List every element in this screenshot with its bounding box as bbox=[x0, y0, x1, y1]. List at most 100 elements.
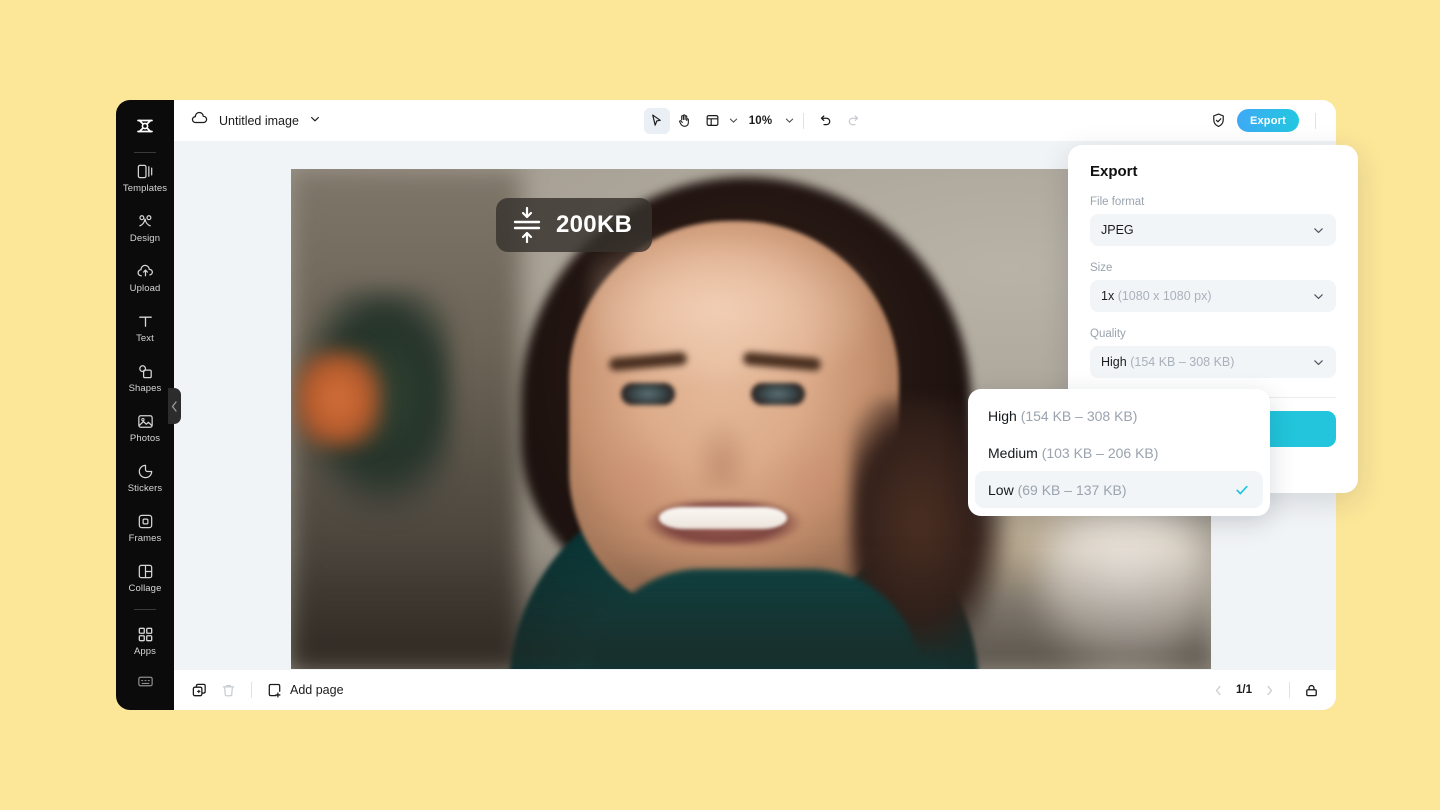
frames-icon bbox=[136, 512, 155, 531]
sidebar-item-label: Collage bbox=[128, 583, 162, 595]
quality-value-detail: (154 KB – 308 KB) bbox=[1130, 355, 1235, 369]
chevron-right-icon[interactable] bbox=[1263, 684, 1276, 697]
size-select[interactable]: 1x (1080 x 1080 px) bbox=[1090, 280, 1336, 312]
document-title[interactable]: Untitled image bbox=[219, 114, 299, 128]
sidebar-item-stickers[interactable]: Stickers bbox=[116, 453, 174, 503]
zoom-level-value[interactable]: 10% bbox=[749, 115, 773, 127]
apps-grid-icon bbox=[136, 625, 155, 644]
templates-icon bbox=[136, 162, 155, 181]
sidebar-item-label: Text bbox=[136, 333, 154, 345]
bottom-left-group: Add page bbox=[174, 682, 344, 699]
shield-check-icon[interactable] bbox=[1210, 112, 1227, 129]
chevron-left-icon[interactable] bbox=[1212, 684, 1225, 697]
duplicate-page-icon[interactable] bbox=[191, 682, 208, 699]
quality-option-name: Medium bbox=[988, 444, 1038, 461]
chevron-down-icon bbox=[1312, 356, 1325, 369]
design-icon bbox=[136, 212, 155, 231]
size-value-main: 1x bbox=[1101, 289, 1115, 303]
bottom-toolbar: Add page 1/1 bbox=[174, 670, 1336, 710]
cloud-save-icon[interactable] bbox=[190, 109, 209, 133]
layout-chevron-down-icon[interactable] bbox=[728, 115, 739, 126]
quality-option-medium[interactable]: Medium (103 KB – 206 KB) bbox=[975, 434, 1263, 471]
layout-tool-button[interactable] bbox=[700, 108, 726, 134]
quality-option-range: (103 KB – 206 KB) bbox=[1041, 444, 1159, 461]
quality-option-high[interactable]: High (154 KB – 308 KB) bbox=[975, 397, 1263, 434]
stickers-icon bbox=[136, 462, 155, 481]
photo-pot bbox=[293, 349, 383, 449]
sidebar-item-apps[interactable]: Apps bbox=[116, 616, 174, 666]
sidebar-collapse-handle[interactable] bbox=[168, 388, 181, 424]
file-format-label: File format bbox=[1090, 196, 1145, 208]
cursor-arrow-icon bbox=[652, 114, 662, 126]
bottom-divider bbox=[251, 682, 252, 698]
photo-bottom-shadow bbox=[291, 549, 1211, 669]
quality-value: High (154 KB – 308 KB) bbox=[1101, 355, 1234, 369]
sidebar-item-photos[interactable]: Photos bbox=[116, 403, 174, 453]
chevron-down-icon bbox=[1312, 224, 1325, 237]
app-logo[interactable] bbox=[116, 106, 174, 146]
add-page-label: Add page bbox=[290, 683, 344, 697]
quality-dropdown-menu: High (154 KB – 308 KB) Medium (103 KB – … bbox=[968, 389, 1270, 516]
sidebar-bottom-actions bbox=[116, 672, 174, 696]
sidebar-item-label: Photos bbox=[129, 433, 161, 445]
top-toolbar: Untitled image 10% Export bbox=[174, 100, 1336, 141]
sidebar-item-design[interactable]: Design bbox=[116, 203, 174, 253]
sidebar-item-text[interactable]: Text bbox=[116, 303, 174, 353]
sidebar-item-shapes[interactable]: Shapes bbox=[116, 353, 174, 403]
left-sidebar: Templates Design Upload Text Shapes Phot… bbox=[116, 100, 174, 710]
hand-icon bbox=[679, 114, 690, 127]
sidebar-item-label: Shapes bbox=[128, 383, 162, 395]
redo-button[interactable] bbox=[840, 108, 866, 134]
quality-option-range: (69 KB – 137 KB) bbox=[1017, 481, 1127, 498]
sidebar-item-label: Upload bbox=[129, 283, 161, 295]
export-panel-title: Export bbox=[1090, 163, 1138, 180]
sidebar-item-label: Stickers bbox=[127, 483, 163, 495]
quality-option-name: Low bbox=[988, 481, 1014, 498]
topbar-right-divider bbox=[1315, 112, 1316, 129]
sidebar-item-templates[interactable]: Templates bbox=[116, 153, 174, 203]
undo-button[interactable] bbox=[812, 108, 838, 134]
trash-icon[interactable] bbox=[220, 682, 237, 699]
bottom-right-group: 1/1 bbox=[1212, 682, 1320, 699]
sidebar-item-collage[interactable]: Collage bbox=[116, 553, 174, 603]
quality-select[interactable]: High (154 KB – 308 KB) bbox=[1090, 346, 1336, 378]
select-tool-button[interactable] bbox=[643, 107, 670, 134]
size-badge-label: 200KB bbox=[556, 211, 633, 238]
layout-panel-icon bbox=[706, 115, 719, 126]
size-value-detail: (1080 x 1080 px) bbox=[1117, 289, 1212, 303]
photo-eye-right bbox=[751, 383, 805, 405]
shapes-icon bbox=[136, 362, 155, 381]
zoom-chevron-down-icon[interactable] bbox=[784, 115, 795, 126]
hand-tool-button[interactable] bbox=[672, 108, 698, 134]
export-button[interactable]: Export bbox=[1236, 109, 1299, 132]
title-chevron-down-icon[interactable] bbox=[309, 112, 321, 130]
topbar-center-group: 10% bbox=[635, 107, 875, 134]
add-page-icon bbox=[266, 682, 283, 699]
size-value: 1x (1080 x 1080 px) bbox=[1101, 289, 1212, 303]
topbar-left-group: Untitled image bbox=[174, 109, 321, 133]
compress-arrows-icon bbox=[512, 206, 542, 244]
keyboard-shortcuts-icon[interactable] bbox=[136, 672, 155, 696]
add-page-button[interactable]: Add page bbox=[266, 682, 344, 699]
bottom-right-divider bbox=[1289, 682, 1290, 698]
capcut-logo-icon bbox=[137, 119, 153, 133]
toolbar-divider bbox=[803, 112, 805, 129]
quality-option-name: High bbox=[988, 407, 1017, 424]
sidebar-item-frames[interactable]: Frames bbox=[116, 503, 174, 553]
sidebar-item-label: Apps bbox=[133, 646, 157, 658]
sidebar-item-upload[interactable]: Upload bbox=[116, 253, 174, 303]
collapse-chevron-icon bbox=[171, 400, 177, 412]
size-badge: 200KB bbox=[496, 198, 653, 252]
quality-label: Quality bbox=[1090, 328, 1126, 340]
file-format-select[interactable]: JPEG bbox=[1090, 214, 1336, 246]
lock-icon[interactable] bbox=[1303, 682, 1320, 699]
file-format-value: JPEG bbox=[1101, 223, 1134, 237]
sidebar-item-label: Design bbox=[129, 233, 161, 245]
photo-eye-left bbox=[621, 383, 675, 405]
quality-option-low[interactable]: Low (69 KB – 137 KB) bbox=[975, 471, 1263, 508]
redo-icon bbox=[848, 115, 858, 126]
quality-value-main: High bbox=[1101, 355, 1127, 369]
quality-option-range: (154 KB – 308 KB) bbox=[1020, 407, 1138, 424]
photo-nose bbox=[691, 409, 753, 489]
check-icon bbox=[1234, 482, 1250, 498]
